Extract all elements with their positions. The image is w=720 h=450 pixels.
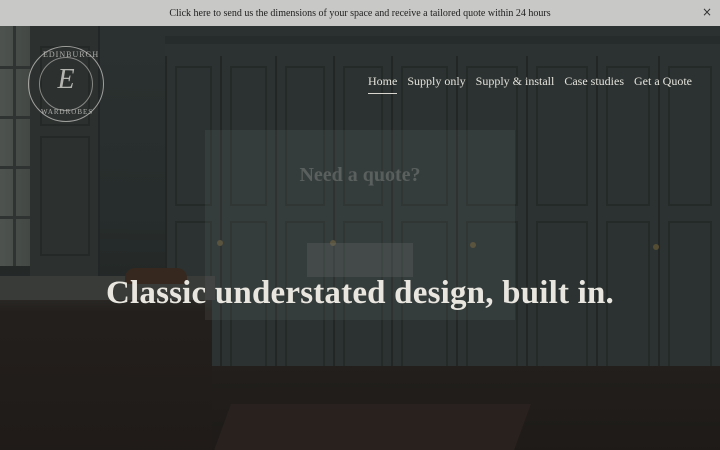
nav-item-home[interactable]: Home xyxy=(367,74,398,94)
hero-headline: Classic understated design, built in. xyxy=(106,275,614,311)
logo-top-text: EDINBURGH xyxy=(43,50,100,59)
close-icon[interactable]: × xyxy=(702,5,712,19)
hero-section: EDINBURGH E WARDROBES Home Supply only S… xyxy=(0,26,720,450)
announcement-bar[interactable]: Click here to send us the dimensions of … xyxy=(0,0,720,26)
site-logo[interactable]: EDINBURGH E WARDROBES xyxy=(28,46,104,122)
logo-bottom-text: WARDROBES xyxy=(41,108,94,116)
main-nav: Home Supply only Supply & install Case s… xyxy=(367,74,692,94)
nav-item-supply-only[interactable]: Supply only xyxy=(407,74,465,94)
nav-item-supply-install[interactable]: Supply & install xyxy=(476,74,555,94)
quote-popup-button[interactable] xyxy=(307,243,413,277)
nav-item-case-studies[interactable]: Case studies xyxy=(564,74,624,94)
logo-monogram: E xyxy=(57,64,75,95)
announcement-text[interactable]: Click here to send us the dimensions of … xyxy=(169,8,550,19)
nav-item-get-a-quote[interactable]: Get a Quote xyxy=(634,74,692,94)
quote-popup-title: Need a quote? xyxy=(299,164,421,186)
